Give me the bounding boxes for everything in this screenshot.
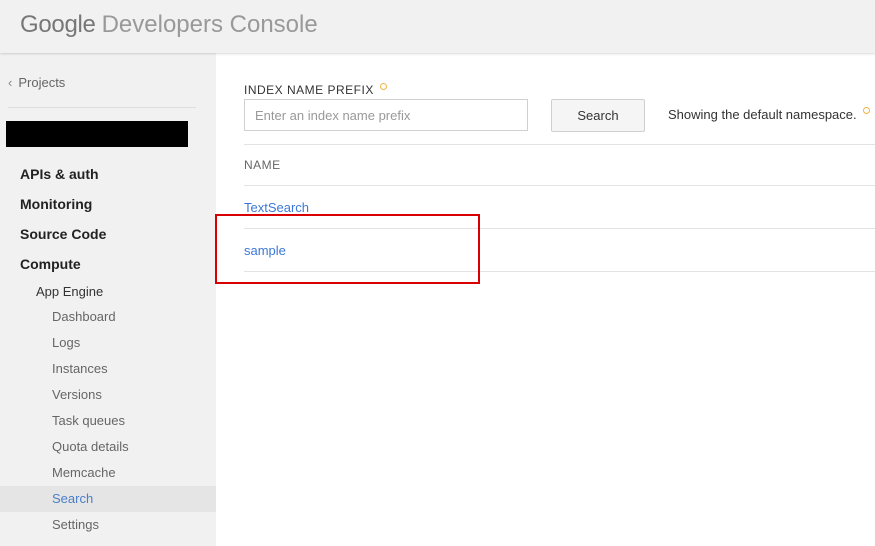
sidebar-item-logs[interactable]: Logs — [0, 330, 216, 356]
index-name-prefix-label: INDEX NAME PREFIX — [244, 83, 387, 97]
product-name: Developers Console — [101, 11, 318, 38]
table-divider — [244, 144, 875, 145]
nav-section-compute[interactable]: Compute — [20, 256, 81, 272]
help-icon[interactable] — [862, 107, 870, 114]
table-divider — [244, 185, 875, 186]
sidebar-item-instances[interactable]: Instances — [0, 356, 216, 382]
field-label-text: INDEX NAME PREFIX — [244, 83, 374, 97]
sidebar-item-label: Task queues — [52, 413, 125, 428]
sidebar-item-settings[interactable]: Settings — [0, 512, 216, 538]
brand-logo[interactable]: Google Developers Console — [20, 10, 318, 40]
sidebar-item-label: Dashboard — [52, 309, 116, 324]
nav-sub-app-engine[interactable]: App Engine — [36, 284, 103, 299]
developers-console-app: Google Developers Console ‹ Projects APIs … — [0, 0, 875, 546]
sidebar-item-quota-details[interactable]: Quota details — [0, 434, 216, 460]
search-button[interactable]: Search — [551, 99, 645, 132]
help-icon[interactable] — [379, 83, 387, 90]
column-header-name: NAME — [244, 158, 281, 172]
sidebar-item-label: Instances — [52, 361, 108, 376]
sidebar-item-versions[interactable]: Versions — [0, 382, 216, 408]
project-selector-redacted[interactable] — [6, 121, 188, 147]
back-to-projects-link[interactable]: ‹ Projects — [8, 75, 65, 90]
sidebar-item-label: Search — [52, 491, 94, 506]
google-wordmark: Google — [20, 11, 96, 38]
sidebar-item-label: Versions — [52, 387, 102, 402]
table-divider — [244, 271, 875, 272]
sidebar-item-task-queues[interactable]: Task queues — [0, 408, 216, 434]
top-header: Google Developers Console — [0, 0, 875, 53]
nav-section-monitoring[interactable]: Monitoring — [20, 196, 92, 212]
sidebar-item-label: Settings — [52, 517, 99, 532]
sidebar-divider — [8, 107, 196, 108]
sidebar-item-memcache[interactable]: Memcache — [0, 460, 216, 486]
nav-section-apis-auth[interactable]: APIs & auth — [20, 166, 99, 182]
table-divider — [244, 228, 875, 229]
nav-section-source-code[interactable]: Source Code — [20, 226, 106, 242]
sidebar-item-dashboard[interactable]: Dashboard — [0, 304, 216, 330]
namespace-note-text: Showing the default namespace. — [668, 107, 857, 122]
index-prefix-input[interactable] — [244, 99, 528, 131]
namespace-note: Showing the default namespace. — [668, 107, 870, 122]
main-content: INDEX NAME PREFIX Search Showing the def… — [216, 53, 875, 546]
index-link-sample[interactable]: sample — [244, 243, 286, 258]
sidebar-item-label: Quota details — [52, 439, 129, 454]
sidebar-item-search[interactable]: Search — [0, 486, 216, 512]
sidebar-item-label: Logs — [52, 335, 81, 350]
chevron-left-icon: ‹ — [8, 75, 13, 90]
sidebar: ‹ Projects APIs & auth Monitoring Source … — [0, 53, 216, 546]
index-link-textsearch[interactable]: TextSearch — [244, 200, 309, 215]
sidebar-item-label: Memcache — [52, 465, 116, 480]
back-link-label: Projects — [18, 75, 66, 90]
